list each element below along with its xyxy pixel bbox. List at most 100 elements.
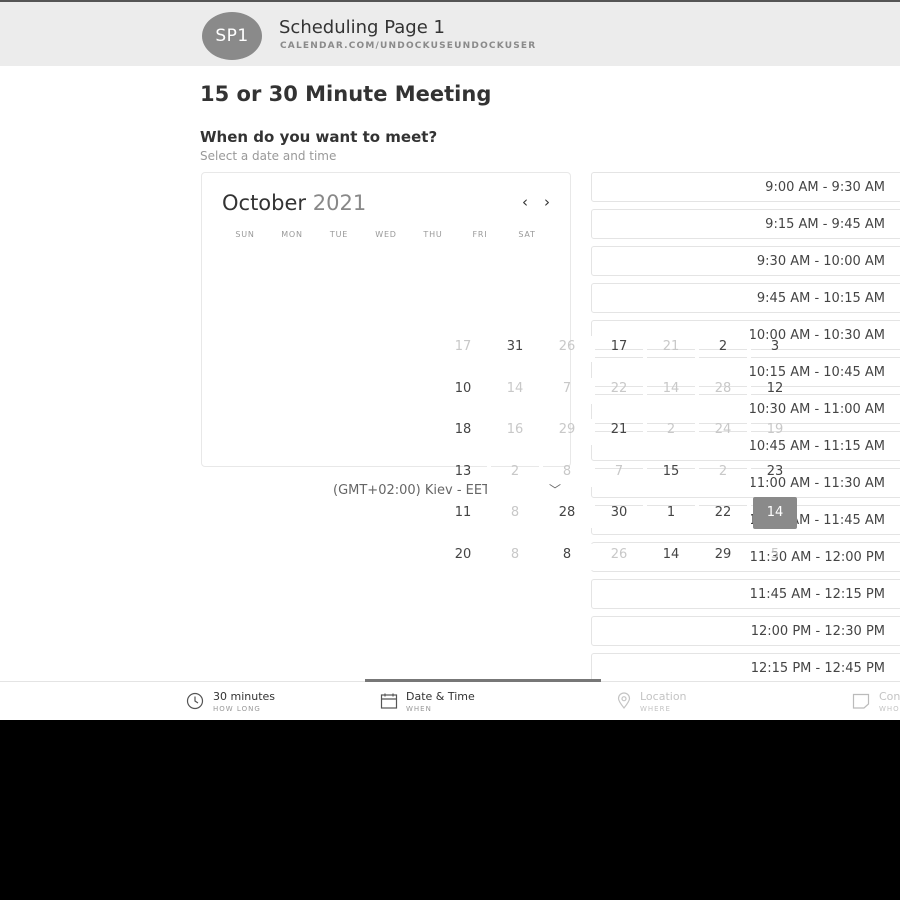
- time-slot-label: 9:00 AM - 9:30 AM: [765, 180, 885, 195]
- day-cell[interactable]: 11: [441, 497, 485, 529]
- day-cell: 17: [454, 339, 472, 354]
- day-separator: [591, 419, 595, 446]
- day-cell[interactable]: 23: [753, 456, 797, 488]
- time-slot-button[interactable]: 9:45 AM - 10:15 AM: [591, 283, 900, 313]
- day-separator: [695, 460, 699, 487]
- day-separator: [747, 336, 751, 362]
- day-separator: [747, 502, 751, 529]
- day-cell[interactable]: 29: [701, 539, 745, 571]
- day-separator: [643, 460, 647, 487]
- day-separator: [747, 460, 751, 487]
- day-separator: [695, 336, 699, 362]
- day-cell: 26: [610, 547, 628, 562]
- day-cell[interactable]: 10: [441, 373, 485, 405]
- day-separator: [487, 419, 491, 446]
- chevron-left-icon[interactable]: ‹: [522, 193, 528, 211]
- time-slot-label: 12:00 PM - 12:30 PM: [750, 624, 885, 639]
- weekday-label: TUE: [329, 230, 349, 239]
- day-cell: 2: [510, 463, 520, 479]
- avatar: SP1: [202, 12, 262, 60]
- day-cell[interactable]: 1: [649, 497, 693, 529]
- day-cell: 8: [510, 505, 520, 521]
- prompt-heading: When do you want to meet?: [200, 128, 438, 146]
- day-cell[interactable]: 8: [545, 539, 589, 571]
- month-name: October: [222, 191, 307, 215]
- day-separator: [643, 544, 647, 570]
- step-label: Location: [640, 690, 687, 703]
- day-separator: [487, 336, 491, 362]
- day-separator: [643, 419, 647, 446]
- day-separator: [643, 336, 647, 362]
- day-cell: 16: [506, 422, 524, 438]
- day-cell: 21: [662, 339, 680, 354]
- day-cell[interactable]: 18: [441, 414, 485, 446]
- day-cell: 22: [610, 380, 628, 396]
- time-slot-button[interactable]: 12:00 PM - 12:30 PM: [591, 616, 900, 646]
- calendar-icon: [380, 693, 398, 709]
- time-slot-button[interactable]: 9:15 AM - 9:45 AM: [591, 209, 900, 239]
- day-cell[interactable]: 30: [597, 497, 641, 529]
- weekday-label: MON: [281, 230, 303, 239]
- weekday-label: SUN: [235, 230, 255, 239]
- day-cell-selected[interactable]: 14: [753, 497, 797, 530]
- time-slot-button[interactable]: 11:45 AM - 12:15 PM: [591, 579, 900, 609]
- day-separator: [539, 544, 543, 570]
- day-cell: 7: [562, 380, 572, 396]
- day-cell: 14: [662, 380, 680, 396]
- time-slot-label: 9:30 AM - 10:00 AM: [756, 254, 885, 269]
- time-slot-button[interactable]: 12:15 PM - 12:45 PM: [591, 653, 900, 683]
- day-cell: 8: [562, 463, 572, 479]
- day-separator: [487, 544, 491, 570]
- time-slot-label: 9:45 AM - 10:15 AM: [756, 291, 885, 306]
- day-separator: [695, 377, 699, 404]
- day-cell[interactable]: 14: [649, 539, 693, 571]
- day-cell: 24: [714, 422, 732, 438]
- note-icon: [852, 693, 870, 709]
- time-slot-label: 9:15 AM - 9:45 AM: [765, 217, 885, 232]
- day-cell: 7: [614, 463, 624, 479]
- time-slot-label: 11:45 AM - 12:15 PM: [749, 587, 885, 602]
- day-cell[interactable]: 3: [753, 331, 797, 363]
- bottom-step-nav: 30 minutes HOW LONG Date & Time WHEN Loc…: [0, 679, 900, 720]
- day-cell[interactable]: 2: [701, 331, 745, 363]
- day-cell: 29: [558, 422, 576, 438]
- day-cell[interactable]: 21: [597, 414, 641, 446]
- day-cell[interactable]: 12: [753, 373, 797, 405]
- day-separator: [539, 460, 543, 487]
- chevron-right-icon[interactable]: ›: [544, 193, 550, 211]
- day-separator: [747, 377, 751, 404]
- step-label: Date & Time: [406, 690, 475, 703]
- time-slot-button[interactable]: 9:30 AM - 10:00 AM: [591, 246, 900, 276]
- day-separator: [695, 502, 699, 529]
- day-separator: [591, 377, 595, 404]
- step-sublabel: WHEN: [406, 705, 432, 713]
- day-cell: 28: [714, 380, 732, 396]
- day-cell[interactable]: 20: [441, 539, 485, 571]
- day-separator: [539, 336, 543, 362]
- day-cell[interactable]: 28: [545, 497, 589, 529]
- day-separator: [539, 419, 543, 446]
- page-title: Scheduling Page 1: [279, 17, 445, 38]
- day-separator: [747, 419, 751, 446]
- weekday-label: WED: [375, 230, 397, 239]
- day-cell: 19: [766, 422, 784, 438]
- day-cell[interactable]: 22: [701, 497, 745, 529]
- step-sublabel: HOW LONG: [213, 705, 261, 713]
- month-year: 2021: [312, 191, 367, 215]
- step-confirm[interactable]: Confirm WHO: [852, 682, 900, 720]
- day-cell[interactable]: 13: [441, 456, 485, 488]
- day-separator: [591, 336, 595, 362]
- day-separator: [643, 502, 647, 529]
- day-cell: 2: [666, 422, 676, 438]
- active-step-indicator: [365, 679, 601, 682]
- day-cell[interactable]: 17: [597, 331, 641, 363]
- day-cell[interactable]: 15: [649, 456, 693, 488]
- meeting-title: 15 or 30 Minute Meeting: [200, 82, 492, 106]
- day-cell: 14: [506, 380, 524, 396]
- day-separator: [487, 460, 491, 487]
- day-cell: 8: [510, 547, 520, 562]
- time-slot-button[interactable]: 9:00 AM - 9:30 AM: [591, 172, 900, 202]
- day-cell[interactable]: 31: [493, 331, 537, 363]
- day-separator: [747, 544, 751, 570]
- page-url[interactable]: CALENDAR.COM/UNDOCKUSEUNDOCKUSER: [280, 41, 536, 51]
